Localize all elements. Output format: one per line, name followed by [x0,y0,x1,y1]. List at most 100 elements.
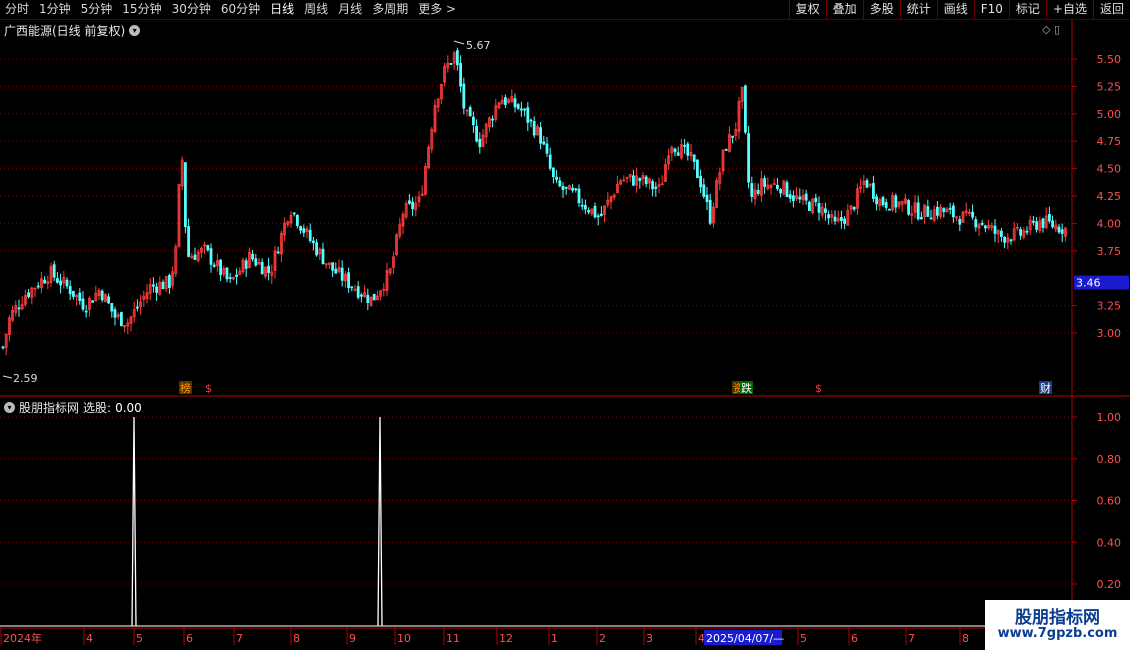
tab-10[interactable]: 更多 > [413,0,461,19]
action-button-1[interactable]: 叠加 [825,0,863,19]
candle-body [484,123,488,138]
current-price-tag [1074,275,1129,290]
time-label: 8 [293,632,300,645]
time-label: 11 [446,632,460,645]
candle-body [1051,220,1054,228]
chevron-down-icon[interactable]: ▾ [4,402,15,413]
action-button-7[interactable]: +自选 [1045,0,1093,19]
action-button-2[interactable]: 多股 [862,0,900,19]
candle-body [91,300,94,303]
tab-5[interactable]: 60分钟 [216,0,265,19]
tab-4[interactable]: 30分钟 [167,0,216,19]
indicator-scale-label: 1.00 [1097,411,1122,424]
candle-body [619,180,622,185]
candle-body [1054,224,1058,230]
candle-body [520,108,523,111]
candle-body [795,195,798,200]
candle-body [427,146,431,169]
candle-body [487,117,491,128]
candle-body [1032,220,1035,223]
candle-body [776,184,779,189]
price-label: 3.25 [1097,300,1122,313]
action-button-6[interactable]: 标记 [1008,0,1046,19]
candle-body [683,144,686,147]
candle-body [939,206,942,217]
indicator-value: 0.00 [115,400,142,415]
candle-body [17,307,21,310]
candle-body [689,151,693,157]
low-marker-line [2,375,13,379]
candle-body [702,184,706,197]
candle-body [497,102,501,109]
candle-body [923,204,926,218]
candle-body [305,228,309,232]
indicator-title: ▾ 股朋指标网 选股: 0.00 [4,399,142,416]
action-button-3[interactable]: 统计 [899,0,937,19]
candle-body [664,164,667,182]
candle-body [993,225,997,234]
candle-body [1012,228,1016,241]
candle-body [942,207,946,213]
action-button-8[interactable]: 返回 [1092,0,1130,19]
main-panel-title: 广西能源(日线 前复权) ▾ [4,22,141,39]
candle-body [292,212,296,215]
candle-body [744,85,747,133]
candle-body [545,143,549,154]
tab-0[interactable]: 分时 [0,0,34,19]
candle-body [279,232,283,255]
candle-body [728,134,731,152]
candle-body [97,289,101,297]
candle-body [340,267,344,281]
panel-toggle-icon[interactable]: ▯ [1054,23,1060,36]
tab-8[interactable]: 月线 [333,0,367,19]
candle-body [398,224,402,237]
candle-body [814,197,818,203]
candle-body [801,195,805,201]
tab-9[interactable]: 多周期 [367,0,413,19]
tab-3[interactable]: 15分钟 [117,0,166,19]
candle-body [414,202,418,211]
action-button-4[interactable]: 画线 [936,0,974,19]
candle-body [1038,220,1042,232]
indicator-scale-label: 0.80 [1097,453,1122,466]
candle-body [251,253,255,260]
candle-body [235,274,239,277]
time-label: 4 [86,632,93,645]
candle-body [900,200,904,205]
candle-body [952,205,955,218]
candle-body [494,105,498,120]
candle-body [990,225,994,228]
action-button-5[interactable]: F10 [973,0,1009,19]
candle-body [641,175,645,180]
candle-body [750,183,754,197]
candle-body [1019,228,1022,236]
candle-body [891,195,894,211]
candle-body [552,167,555,178]
candle-body [1057,226,1061,233]
candle-body [625,176,629,179]
action-button-0[interactable]: 复权 [788,0,826,19]
candle-body [974,219,978,228]
candle-body [420,193,424,196]
tab-1[interactable]: 1分钟 [34,0,76,19]
indicator-scale-label: 0.60 [1097,495,1122,508]
candle-body [1025,230,1029,233]
candle-body [401,213,405,227]
diamond-icon[interactable]: ◇ [1042,23,1050,36]
candle-body [958,219,962,225]
candle-body [513,98,517,108]
candle-body [491,118,495,121]
candle-body [584,205,587,210]
tab-6[interactable]: 日线 [265,0,299,19]
candle-body [516,104,520,109]
chevron-down-icon[interactable]: ▾ [129,25,141,36]
tab-2[interactable]: 5分钟 [76,0,118,19]
event-marker: 资 [733,382,744,395]
candle-body [734,128,738,137]
candle-body [868,183,872,186]
candle-body [929,217,933,220]
candle-body [788,194,792,199]
price-label: 5.25 [1097,80,1122,93]
tab-7[interactable]: 周线 [299,0,333,19]
candle-body [996,230,1000,235]
